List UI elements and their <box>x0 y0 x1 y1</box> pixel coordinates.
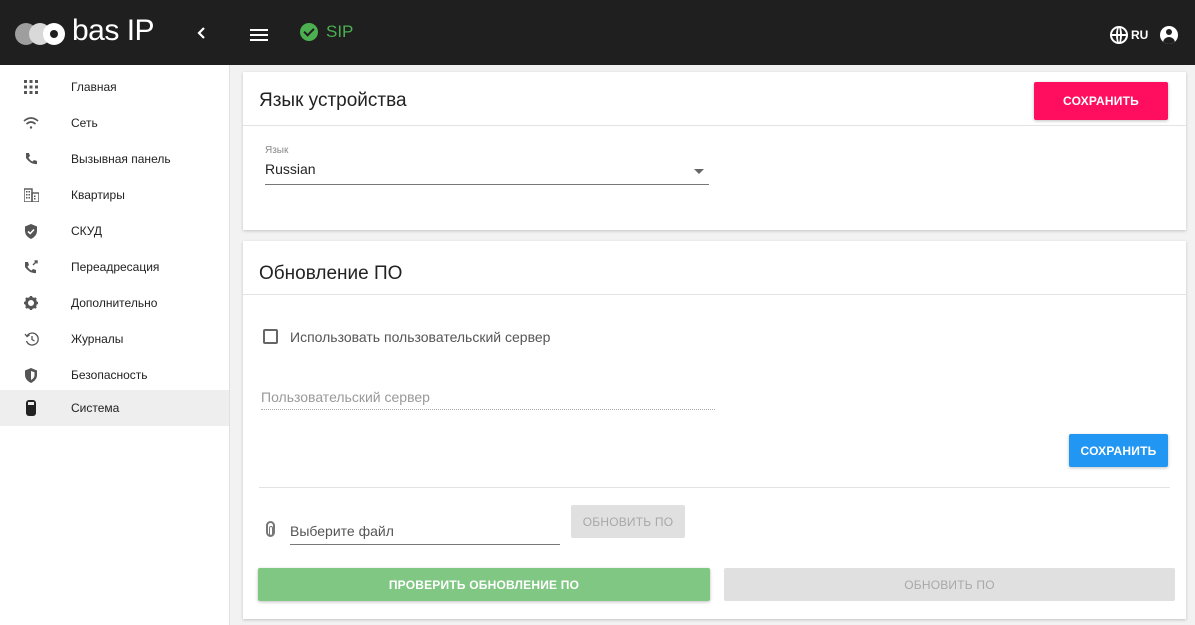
sidebar-item-home[interactable]: Главная <box>0 69 229 105</box>
divider <box>259 487 1170 488</box>
language-select[interactable]: Russian <box>265 158 709 186</box>
sip-status-label: SIP <box>326 22 354 41</box>
divider <box>243 294 1186 295</box>
card-title: Обновление ПО <box>259 263 403 284</box>
call-forward-icon <box>22 258 40 276</box>
top-bar: bas IP SIP RU <box>0 0 1195 65</box>
firmware-update-card: Обновление ПО Использовать пользовательс… <box>243 241 1186 619</box>
sidebar-item-system[interactable]: Система <box>0 390 229 426</box>
security-icon <box>22 366 40 384</box>
device-language-card: Язык устройства СОХРАНИТЬ Язык Russian <box>243 72 1186 230</box>
account-icon[interactable] <box>1160 26 1178 44</box>
logo-text: bas IP <box>72 14 155 47</box>
menu-icon-bar <box>250 39 268 41</box>
sidebar-item-label: Дополнительно <box>71 296 158 310</box>
file-input[interactable]: Выберите файл <box>290 521 560 545</box>
sidebar: Главная Сеть Вызывная панель Квартиры СК… <box>0 65 230 625</box>
card-title: Язык устройства <box>259 90 407 111</box>
grid-icon <box>22 78 40 96</box>
sidebar-item-label: Главная <box>71 80 117 94</box>
input-underline <box>261 409 715 410</box>
language-select-value: Russian <box>265 161 316 177</box>
save-server-button[interactable]: СОХРАНИТЬ <box>1069 434 1168 467</box>
upload-firmware-button[interactable]: ОБНОВИТЬ ПО <box>571 505 685 538</box>
select-underline <box>265 184 709 185</box>
device-icon <box>22 399 40 417</box>
language-code: RU <box>1131 28 1149 42</box>
sidebar-item-label: Безопасность <box>71 368 148 382</box>
gear-icon <box>22 294 40 312</box>
paperclip-icon <box>266 521 275 537</box>
collapse-sidebar-button[interactable] <box>190 22 212 44</box>
file-input-placeholder: Выберите файл <box>290 523 394 539</box>
sidebar-item-call-forwarding[interactable]: Переадресация <box>0 249 229 285</box>
chevron-left-icon <box>197 27 205 39</box>
update-firmware-button[interactable]: ОБНОВИТЬ ПО <box>724 568 1175 601</box>
globe-icon <box>1110 26 1128 44</box>
custom-server-checkbox-label[interactable]: Использовать пользовательский сервер <box>290 329 550 345</box>
custom-server-checkbox[interactable] <box>263 329 278 344</box>
chevron-down-icon <box>694 169 704 174</box>
brand-area: bas IP <box>0 0 230 65</box>
sidebar-item-label: Система <box>71 401 120 415</box>
divider <box>243 125 1186 126</box>
sip-status: SIP <box>300 22 353 42</box>
sidebar-item-label: СКУД <box>71 224 103 238</box>
custom-server-placeholder: Пользовательский сервер <box>261 389 430 405</box>
menu-button[interactable] <box>250 26 270 42</box>
sidebar-item-advanced[interactable]: Дополнительно <box>0 285 229 321</box>
sidebar-item-apartments[interactable]: Квартиры <box>0 177 229 213</box>
sidebar-item-label: Переадресация <box>71 260 160 274</box>
menu-icon-bar <box>250 34 268 36</box>
wifi-icon <box>22 114 40 132</box>
sidebar-item-label: Вызывная панель <box>71 152 171 166</box>
phone-icon <box>22 150 40 168</box>
check-circle-icon <box>300 23 318 41</box>
shield-check-icon <box>22 222 40 240</box>
sidebar-item-label: Журналы <box>71 332 124 346</box>
sidebar-item-network[interactable]: Сеть <box>0 105 229 141</box>
sidebar-item-call-panel[interactable]: Вызывная панель <box>0 141 229 177</box>
language-switcher[interactable]: RU <box>1110 26 1148 44</box>
logo-icon <box>15 23 65 45</box>
check-update-button[interactable]: ПРОВЕРИТЬ ОБНОВЛЕНИЕ ПО <box>258 568 710 601</box>
history-icon <box>22 330 40 348</box>
save-language-button[interactable]: СОХРАНИТЬ <box>1034 82 1168 120</box>
menu-icon <box>250 29 268 31</box>
sidebar-item-access-control[interactable]: СКУД <box>0 213 229 249</box>
sidebar-item-security[interactable]: Безопасность <box>0 357 229 393</box>
file-input-underline <box>290 544 560 545</box>
sidebar-item-label: Квартиры <box>71 188 125 202</box>
sidebar-item-label: Сеть <box>71 116 98 130</box>
language-field-label: Язык <box>265 145 289 156</box>
sidebar-item-logs[interactable]: Журналы <box>0 321 229 357</box>
custom-server-input[interactable]: Пользовательский сервер <box>261 387 715 413</box>
apartments-icon <box>22 186 40 204</box>
